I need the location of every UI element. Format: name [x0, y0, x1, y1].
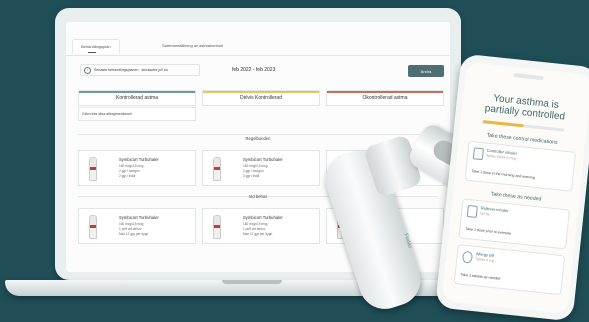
- med-line: 160 mcg/4,5 mcg: [243, 222, 268, 226]
- med-line: 2 ggr i morgon: [119, 169, 140, 173]
- reliever-card[interactable]: Reliever inhaler Spray Take 1 dose prior…: [458, 198, 571, 250]
- med-line: 2 ggr i kväll: [119, 174, 136, 178]
- info-notice-text: Senaste behandlingsplanen · skickades ju…: [94, 68, 168, 72]
- med-line: Max 12 ggr per dygn: [119, 232, 149, 236]
- controller-card[interactable]: Controller inhaler Spray 160/4.5 mcg Tak…: [464, 140, 577, 192]
- med-line: 1 puff vid behov: [243, 227, 266, 231]
- med-card[interactable]: Symbicort Turbuhaler 160 mcg/4,5 mcg 2 g…: [202, 150, 320, 186]
- tab-divider: [66, 55, 450, 56]
- info-icon: i: [84, 66, 91, 74]
- tab-treatment-plan[interactable]: Behandlingsplan: [72, 39, 120, 53]
- allergy-card[interactable]: Allergy pill Tablet 4 mg Take 2 tablets …: [453, 244, 566, 296]
- med-note: Take 1 dose prior to exercise: [465, 226, 512, 236]
- phone-status-title: Your asthma is partially controlled: [462, 90, 589, 125]
- phone-speaker: [513, 73, 544, 81]
- med-card[interactable]: Symbicort Turbuhaler 160 mcg/4,5 mcg 1 p…: [78, 208, 196, 244]
- inhaler-icon: [89, 215, 97, 239]
- med-dose: Tablet 4 mg: [475, 257, 495, 263]
- med-name: Symbicort Turbuhaler: [119, 215, 159, 220]
- tab-active-indicator: [88, 52, 96, 53]
- med-note: Take 1 dose in the morning and evening: [471, 169, 536, 180]
- med-line: 160 mcg/4,5 mcg: [119, 222, 144, 226]
- allergy-reminder: Glöm inte dina allergimediciner!: [78, 107, 196, 121]
- med-line: 2 ggr i kväll: [243, 174, 260, 178]
- med-line: 1 puff vid behov: [119, 227, 142, 231]
- med-line: 160 mcg/4,5 mcg: [243, 164, 268, 168]
- med-card[interactable]: Symbicort Turbuhaler 160 mcg/4,5 mcg 1 p…: [202, 208, 320, 244]
- inhaler-icon: [89, 157, 97, 181]
- control-progress-fill: [482, 120, 524, 128]
- phone-screen: Your asthma is partially controlled Take…: [441, 62, 589, 314]
- laptop-notch: [222, 280, 282, 284]
- med-dose: Spray: [479, 211, 490, 217]
- status-card-controlled: Kontrollerad astma: [78, 90, 196, 106]
- inhaler-icon: [213, 157, 221, 181]
- med-line: 160 mcg/4,5 mcg: [119, 164, 144, 168]
- tab-asthma-summary[interactable]: Sammanställning av astmakontroll: [162, 43, 223, 48]
- period-label: feb 2022 - feb 2023: [232, 67, 276, 73]
- status-card-uncontrolled: Okontrollerad astma: [326, 90, 444, 106]
- status-label: Okontrollerad astma: [362, 95, 408, 101]
- med-line: Max 12 ggr per dygn: [243, 232, 273, 236]
- info-notice: i Senaste behandlingsplanen · skickades …: [80, 64, 200, 76]
- status-bar-uncontrolled: [327, 91, 443, 93]
- status-label: Kontrollerad astma: [116, 95, 158, 101]
- status-bar-partial: [203, 91, 319, 93]
- inhaler-icon: [472, 147, 484, 161]
- med-card[interactable]: Symbicort Turbuhaler 160 mcg/4,5 mcg 2 g…: [78, 150, 196, 186]
- med-name: Symbicort Turbuhaler: [243, 215, 283, 220]
- status-label: Delvis Kontrollerad: [240, 95, 282, 101]
- status-card-partial: Delvis Kontrollerad: [202, 90, 320, 106]
- inhaler-icon: [466, 204, 478, 218]
- change-button[interactable]: Ändra: [408, 65, 444, 77]
- med-line: 2 ggr i morgon: [243, 169, 264, 173]
- pill-icon: [461, 250, 474, 264]
- med-name: Symbicort Turbuhaler: [119, 157, 159, 162]
- inhaler-icon: [213, 215, 221, 239]
- med-note: Take 2 tablets as needed: [460, 272, 501, 281]
- med-name: Symbicort Turbuhaler: [243, 157, 283, 162]
- section-divider: [78, 134, 438, 135]
- status-bar-controlled: [79, 91, 195, 93]
